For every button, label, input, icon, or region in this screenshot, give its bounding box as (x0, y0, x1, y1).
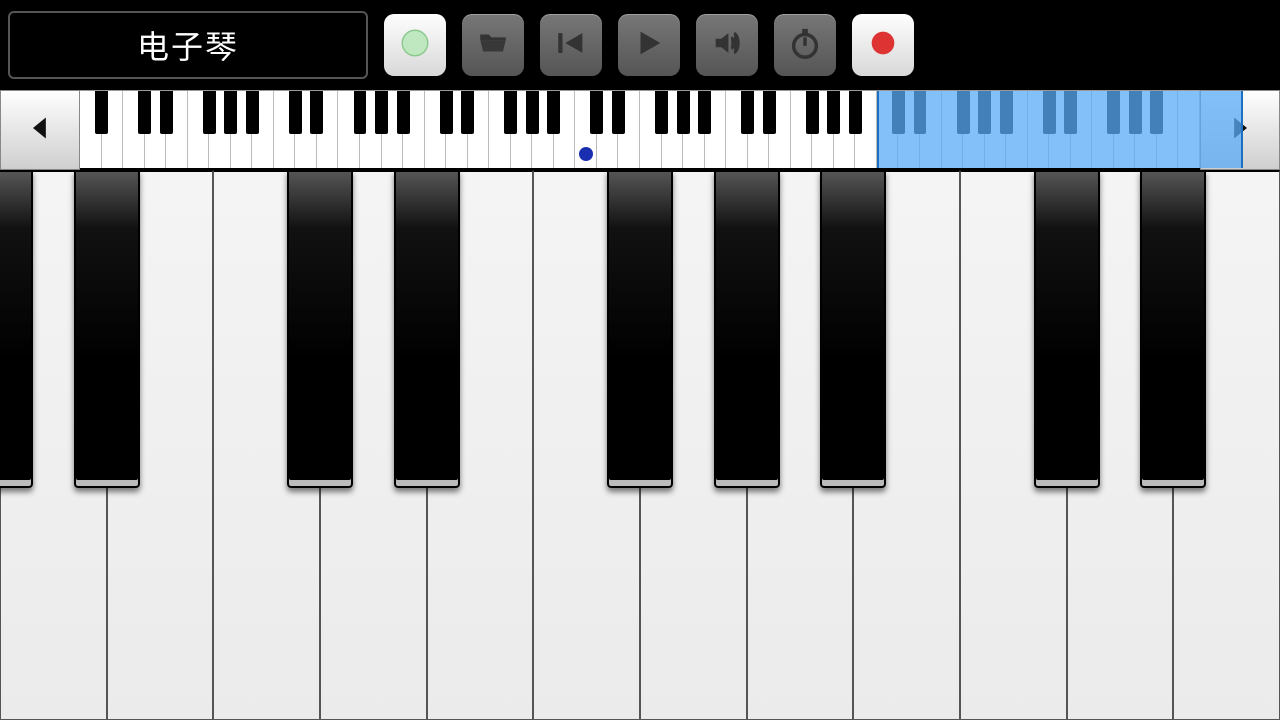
minimap-black-key[interactable] (397, 91, 410, 134)
minimap-black-key[interactable] (203, 91, 216, 134)
play-button[interactable] (618, 14, 680, 76)
minimap-black-key[interactable] (763, 91, 776, 134)
stopwatch-icon (788, 26, 822, 65)
minimap-black-key[interactable] (138, 91, 151, 134)
record-button[interactable] (852, 14, 914, 76)
open-file-button[interactable] (462, 14, 524, 76)
keyboard-minimap[interactable] (80, 90, 1200, 170)
arrow-left-icon (26, 109, 54, 152)
minimap-black-key[interactable] (590, 91, 603, 134)
minimap-black-key[interactable] (289, 91, 302, 134)
black-key[interactable] (714, 170, 780, 488)
black-key[interactable] (74, 170, 140, 488)
minimap-black-key[interactable] (95, 91, 108, 134)
minimap-black-key[interactable] (655, 91, 668, 134)
green-indicator-button[interactable] (384, 14, 446, 76)
minimap-black-key[interactable] (526, 91, 539, 134)
speaker-icon (710, 26, 744, 65)
minimap-row (0, 90, 1280, 170)
tempo-button[interactable] (774, 14, 836, 76)
instrument-label: 电子琴 (137, 22, 239, 68)
minimap-black-key[interactable] (827, 91, 840, 134)
scroll-left-button[interactable] (0, 90, 80, 170)
black-key[interactable] (0, 170, 33, 488)
main-keyboard (0, 170, 1280, 720)
black-key[interactable] (820, 170, 886, 488)
minimap-black-key[interactable] (547, 91, 560, 134)
black-key[interactable] (1034, 170, 1100, 488)
volume-button[interactable] (696, 14, 758, 76)
rewind-button[interactable] (540, 14, 602, 76)
minimap-black-key[interactable] (806, 91, 819, 134)
play-icon (632, 26, 666, 65)
minimap-black-key[interactable] (504, 91, 517, 134)
minimap-black-key[interactable] (310, 91, 323, 134)
minimap-black-key[interactable] (849, 91, 862, 134)
black-key[interactable] (287, 170, 353, 488)
green-dot-icon (398, 26, 432, 65)
minimap-black-key[interactable] (246, 91, 259, 134)
minimap-black-key[interactable] (612, 91, 625, 134)
minimap-black-key[interactable] (440, 91, 453, 134)
minimap-black-key[interactable] (375, 91, 388, 134)
minimap-black-key[interactable] (741, 91, 754, 134)
toolbar: 电子琴 (0, 0, 1280, 90)
minimap-black-key[interactable] (698, 91, 711, 134)
minimap-black-key[interactable] (354, 91, 367, 134)
minimap-black-key[interactable] (461, 91, 474, 134)
record-icon (866, 26, 900, 65)
black-key[interactable] (1140, 170, 1206, 488)
minimap-viewport[interactable] (877, 91, 1243, 168)
minimap-black-key[interactable] (677, 91, 690, 134)
black-key[interactable] (394, 170, 460, 488)
instrument-select[interactable]: 电子琴 (8, 11, 368, 79)
folder-open-icon (476, 26, 510, 65)
rewind-icon (554, 26, 588, 65)
black-key[interactable] (607, 170, 673, 488)
minimap-black-key[interactable] (224, 91, 237, 134)
minimap-black-key[interactable] (160, 91, 173, 134)
